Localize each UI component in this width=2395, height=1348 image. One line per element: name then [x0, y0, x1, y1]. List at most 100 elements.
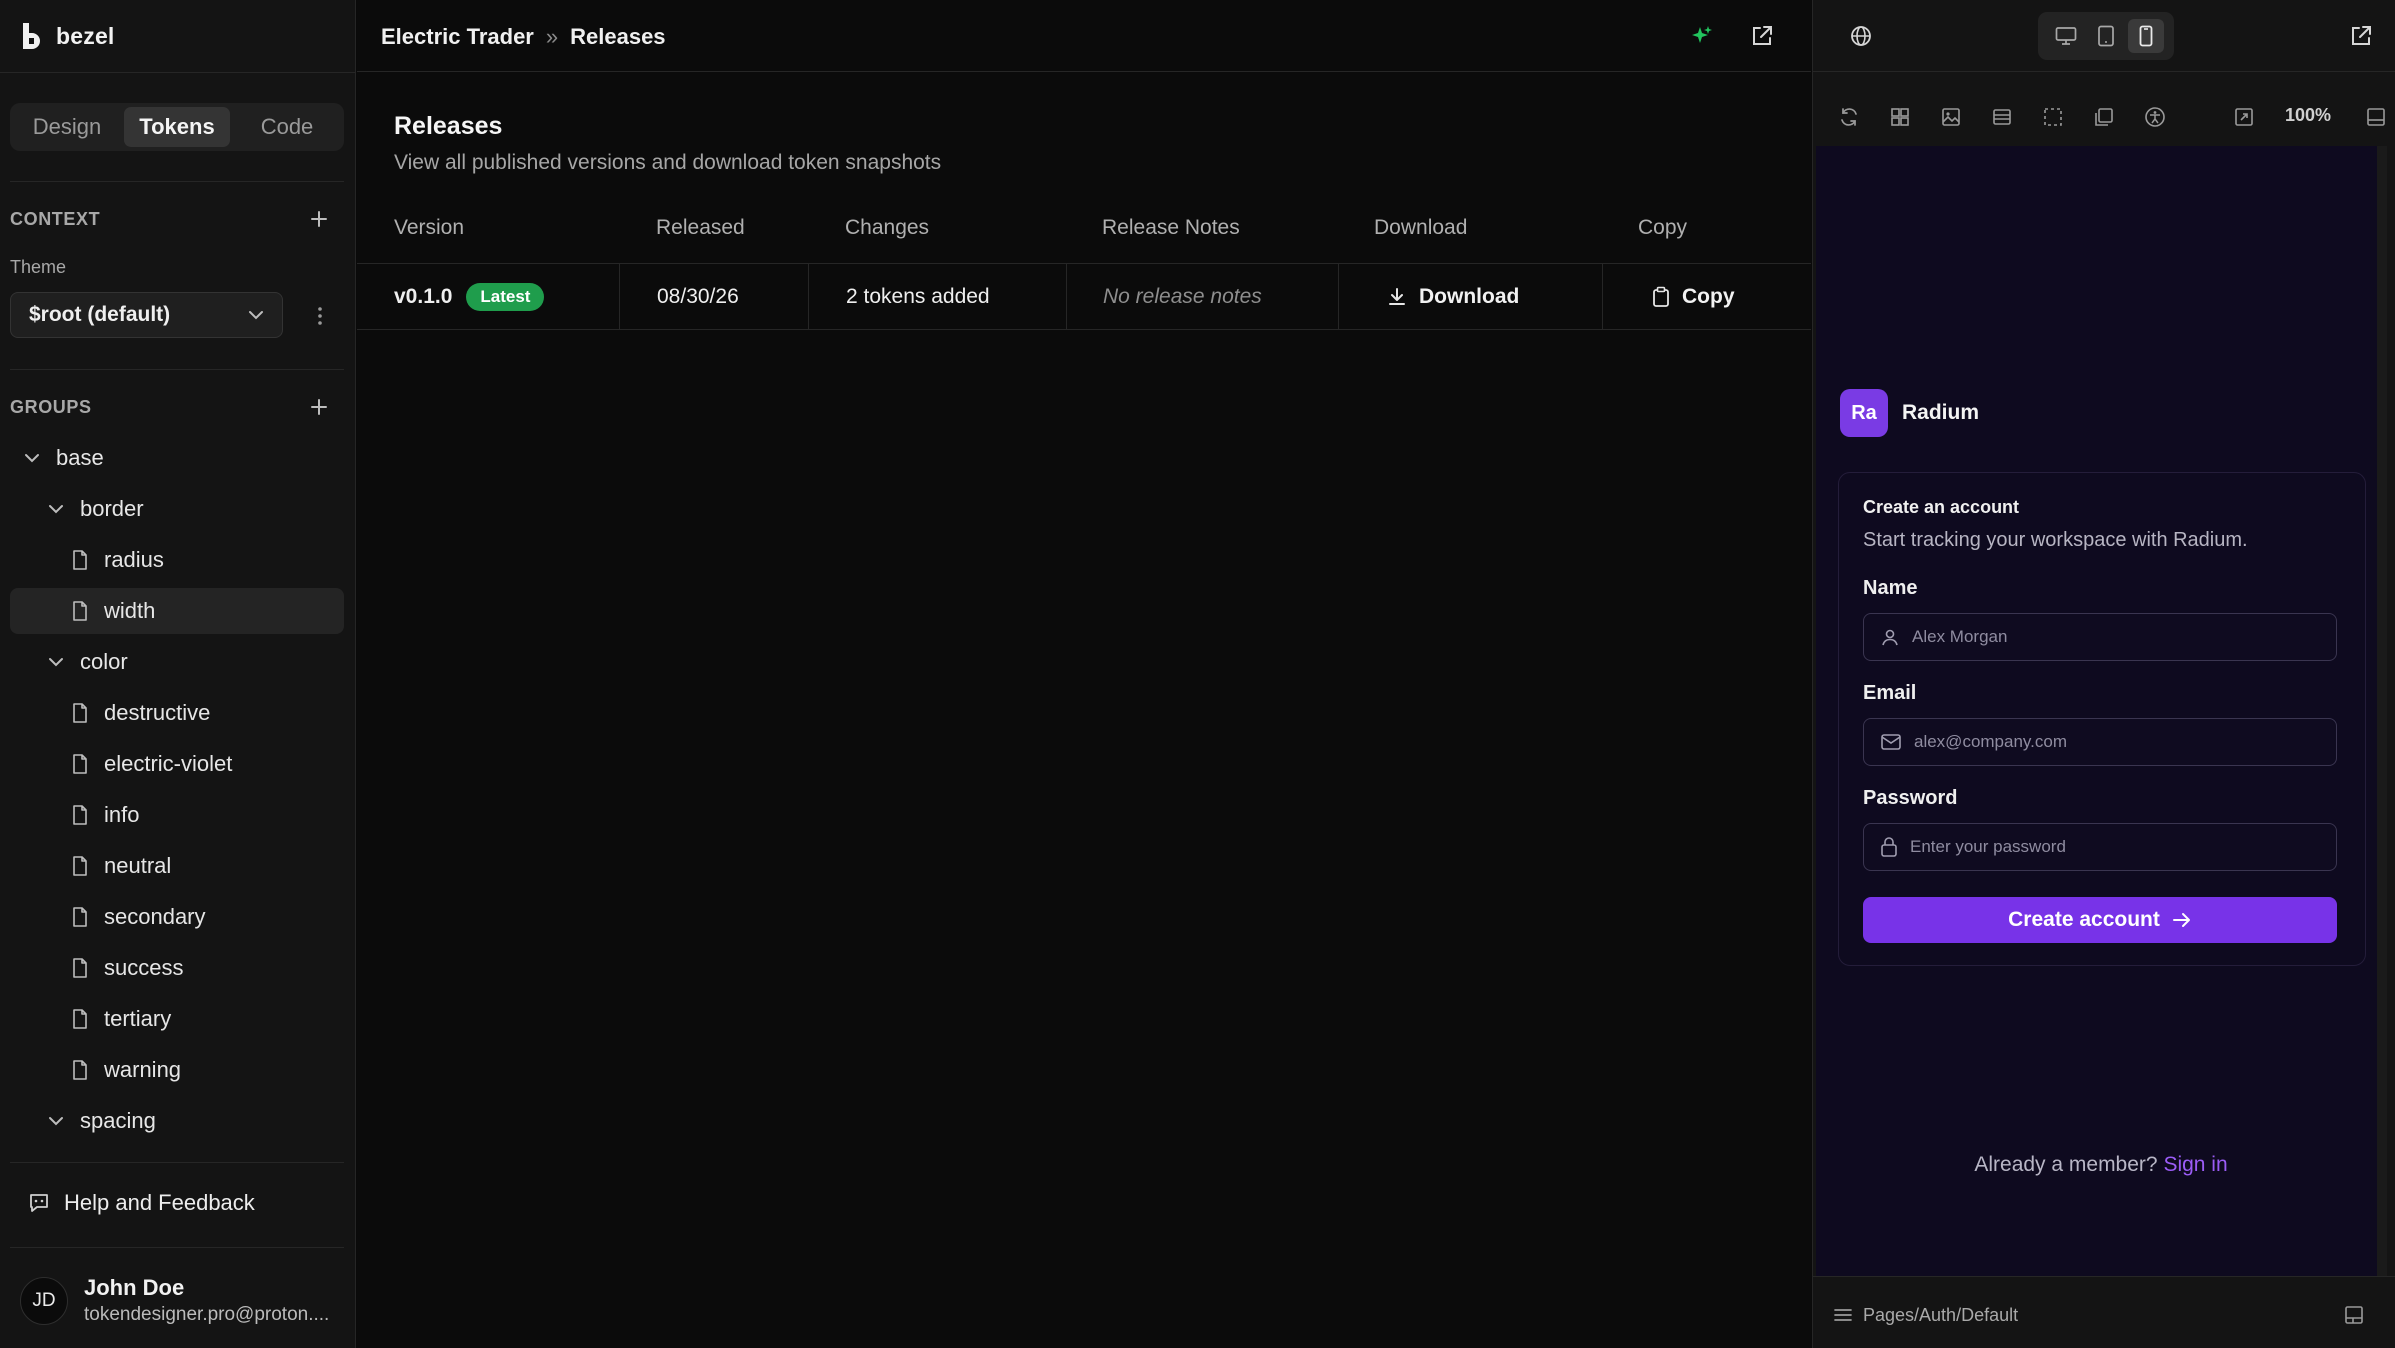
- accessibility-icon: [2145, 107, 2165, 127]
- add-context-button[interactable]: [307, 207, 331, 231]
- fit-tool[interactable]: [2233, 106, 2255, 128]
- tree-group-base[interactable]: base: [22, 435, 104, 481]
- password-input[interactable]: [1910, 837, 2310, 857]
- more-vertical-icon: [318, 307, 322, 325]
- globe-icon: [1851, 26, 1871, 46]
- grid-tool[interactable]: [1889, 106, 1911, 128]
- tree-item-electric-violet[interactable]: electric-violet: [70, 741, 232, 787]
- tree-item-radius[interactable]: radius: [70, 537, 164, 583]
- user-profile[interactable]: JD John Doe tokendesigner.pro@proton....: [20, 1275, 354, 1326]
- password-field[interactable]: [1863, 823, 2337, 871]
- preview-footer: Pages/Auth/Default: [1813, 1276, 2395, 1348]
- select-tool[interactable]: [2042, 106, 2064, 128]
- desktop-view-button[interactable]: [2048, 19, 2084, 53]
- email-label: Email: [1863, 682, 1917, 704]
- mobile-view-button[interactable]: [2128, 19, 2164, 53]
- chevron-down-icon: [249, 311, 263, 320]
- divider: [0, 72, 356, 73]
- ai-sparkle-button[interactable]: [1690, 24, 1714, 48]
- tree-item-success[interactable]: success: [70, 945, 183, 991]
- column-released: Released: [656, 216, 745, 239]
- main-content: Electric Trader » Releases Releases View…: [357, 0, 1811, 1348]
- tree-item-warning[interactable]: warning: [70, 1047, 181, 1093]
- cell-divider: [808, 264, 809, 330]
- image-tool[interactable]: [1940, 106, 1962, 128]
- tree-group-border[interactable]: border: [46, 486, 144, 532]
- preview-external-button[interactable]: [2349, 24, 2373, 48]
- open-external-button[interactable]: [1750, 24, 1774, 48]
- divider: [10, 1162, 344, 1163]
- tree-label: destructive: [104, 700, 211, 725]
- name-input[interactable]: [1912, 627, 2312, 647]
- tree-label: warning: [104, 1057, 182, 1082]
- tree-label: spacing: [80, 1108, 156, 1133]
- name-field[interactable]: [1863, 613, 2337, 661]
- help-feedback-link[interactable]: Help and Feedback: [28, 1190, 255, 1216]
- refresh-tool[interactable]: [1838, 106, 1860, 128]
- globe-button[interactable]: [1849, 24, 1873, 48]
- tree-item-width[interactable]: width: [10, 588, 344, 634]
- tab-design[interactable]: Design: [14, 107, 120, 147]
- tablet-view-button[interactable]: [2088, 19, 2124, 53]
- tree-label: secondary: [104, 904, 206, 929]
- panel-tool[interactable]: [2365, 106, 2387, 128]
- layers-tool[interactable]: [2093, 106, 2115, 128]
- tree-group-color[interactable]: color: [46, 639, 128, 685]
- preview-panel: 100% Ra Radium Create an account Start t…: [1812, 0, 2395, 1348]
- email-input[interactable]: [1914, 732, 2314, 752]
- device-switcher: [2038, 12, 2174, 60]
- tree-item-neutral[interactable]: neutral: [70, 843, 171, 889]
- plus-icon: [311, 211, 327, 227]
- tab-code[interactable]: Code: [234, 107, 340, 147]
- lock-icon: [1881, 837, 1897, 857]
- breadcrumb-current: Releases: [570, 24, 666, 49]
- zoom-fit-icon: [2235, 108, 2253, 126]
- signin-link[interactable]: Sign in: [2163, 1153, 2227, 1176]
- email-field[interactable]: [1863, 718, 2337, 766]
- theme-value: $root (default): [29, 303, 171, 326]
- copy-button[interactable]: Copy: [1652, 285, 1735, 309]
- mail-icon: [1881, 734, 1901, 750]
- tab-tokens[interactable]: Tokens: [124, 107, 230, 147]
- user-icon: [1882, 629, 1898, 646]
- story-path: Pages/Auth/Default: [1863, 1305, 2019, 1325]
- file-icon: [70, 601, 90, 621]
- name-label: Name: [1863, 577, 1918, 599]
- signup-card: Create an account Start tracking your wo…: [1838, 472, 2366, 966]
- accessibility-tool[interactable]: [2144, 106, 2166, 128]
- panel-toggle-button[interactable]: [2344, 1305, 2364, 1325]
- download-button[interactable]: Download: [1387, 285, 1519, 309]
- page-subtitle: View all published versions and download…: [394, 151, 942, 174]
- preview-brand: Ra Radium: [1840, 389, 1979, 437]
- column-release-notes: Release Notes: [1102, 216, 1240, 239]
- theme-select[interactable]: $root (default): [10, 292, 283, 338]
- released-cell: 08/30/26: [657, 285, 739, 308]
- bezel-logo-icon: [20, 21, 46, 51]
- breadcrumb-project[interactable]: Electric Trader: [381, 24, 534, 50]
- tree-item-info[interactable]: info: [70, 792, 139, 838]
- preview-scrollbar[interactable]: [2377, 146, 2387, 1276]
- copy-cell: Copy: [1652, 264, 1735, 330]
- sidebar: bezel Design Tokens Code CONTEXT Theme $…: [0, 0, 356, 1348]
- tree-group-spacing[interactable]: spacing: [46, 1098, 156, 1144]
- add-group-button[interactable]: [307, 395, 331, 419]
- image-icon: [1942, 108, 1960, 126]
- zoom-level[interactable]: 100%: [2285, 105, 2331, 126]
- layout-tool[interactable]: [1991, 106, 2013, 128]
- menu-icon[interactable]: [1833, 1307, 1853, 1323]
- dashed-square-icon: [2044, 108, 2062, 126]
- column-changes: Changes: [845, 216, 930, 239]
- tree-item-destructive[interactable]: destructive: [70, 690, 210, 736]
- user-name: John Doe: [84, 1275, 185, 1300]
- tree-item-secondary[interactable]: secondary: [70, 894, 206, 940]
- tree-label: radius: [104, 547, 164, 572]
- create-account-button[interactable]: Create account: [1863, 897, 2337, 943]
- brand[interactable]: bezel: [20, 20, 115, 52]
- tree-label: border: [80, 496, 144, 521]
- theme-more-button[interactable]: [310, 303, 330, 329]
- tree-item-tertiary[interactable]: tertiary: [70, 996, 171, 1042]
- cell-divider: [1338, 264, 1339, 330]
- create-account-label: Create account: [2008, 908, 2160, 931]
- file-icon: [70, 1009, 90, 1029]
- layers-icon: [2095, 108, 2113, 126]
